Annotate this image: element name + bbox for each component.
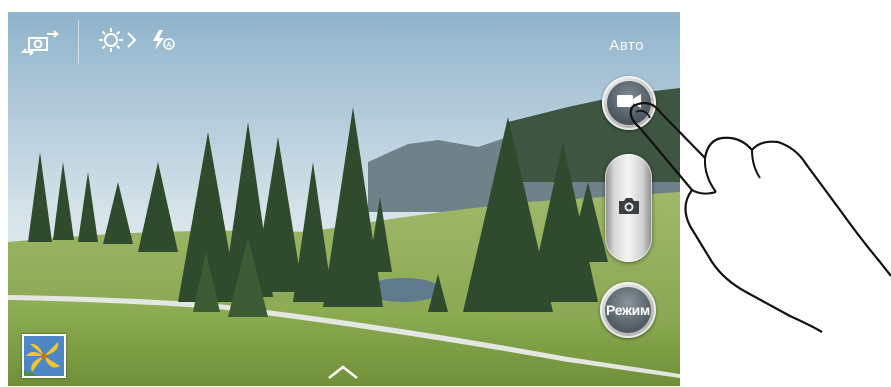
switch-camera-button[interactable] [18, 24, 68, 60]
chevron-up-icon [323, 365, 363, 386]
settings-icon [95, 24, 143, 61]
settings-button[interactable] [94, 24, 144, 60]
switch-camera-icon [20, 24, 65, 61]
gallery-thumbnail[interactable] [22, 334, 66, 378]
camera-viewfinder[interactable]: A Авто Режим [8, 12, 680, 386]
shooting-mode-label: Авто [609, 37, 644, 54]
shutter-button[interactable] [605, 154, 652, 262]
expand-controls-button[interactable] [323, 362, 363, 382]
camera-icon [617, 196, 641, 221]
record-video-button[interactable] [602, 76, 656, 130]
toolbar-divider [78, 20, 79, 64]
mode-button-label: Режим [605, 287, 651, 333]
preview-landscape [8, 12, 680, 386]
flower-thumbnail-image [24, 336, 64, 376]
flash-auto-icon: A [150, 28, 176, 57]
video-camera-icon [616, 92, 642, 115]
mode-button[interactable]: Режим [600, 282, 656, 338]
flash-button[interactable]: A [148, 27, 178, 57]
svg-text:A: A [166, 42, 171, 49]
